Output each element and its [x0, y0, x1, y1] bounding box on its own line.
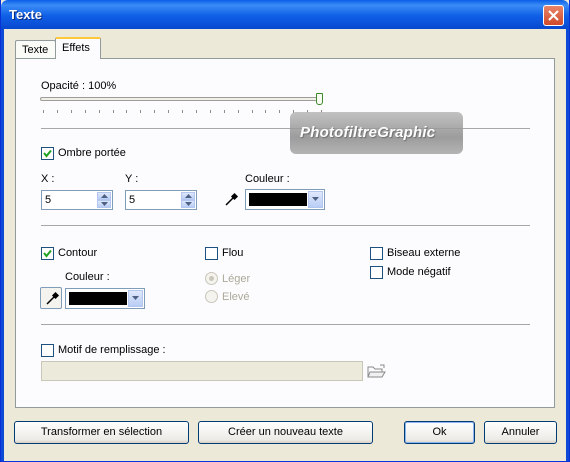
shadow-color-picker[interactable] — [223, 192, 239, 208]
slider-tick — [98, 110, 100, 113]
eyedropper-icon — [46, 291, 60, 305]
shadow-color-swatch — [249, 193, 307, 206]
window-frame-right — [566, 29, 569, 461]
blur-checkbox[interactable] — [205, 247, 218, 260]
outline-color-dropdown-button[interactable] — [128, 290, 143, 307]
texte-dialog: Texte Texte Effets Opacité : 100% Photof… — [0, 0, 570, 462]
tab-effets[interactable]: Effets — [55, 37, 101, 59]
shadow-x-label: X : — [41, 173, 55, 185]
slider-tick — [140, 110, 142, 113]
slider-tick — [209, 110, 211, 113]
slider-tick — [265, 110, 267, 113]
effects-panel: Opacité : 100% PhotofiltreGraphic Ombre … — [15, 58, 555, 408]
slider-tick — [251, 110, 253, 113]
shadow-color-dropdown[interactable] — [245, 189, 325, 210]
open-folder-icon — [367, 364, 386, 378]
fill-pattern-label: Motif de remplissage : — [58, 344, 166, 356]
shadow-color-dropdown-button[interactable] — [308, 191, 323, 208]
shadow-x-up-button[interactable] — [97, 192, 111, 200]
window-title: Texte — [9, 7, 42, 22]
blur-label: Flou — [222, 247, 244, 259]
slider-tick — [223, 110, 225, 113]
negative-mode-checkbox[interactable] — [370, 266, 383, 279]
chevron-down-icon — [312, 197, 319, 201]
outline-color-picker[interactable] — [40, 287, 62, 309]
shadow-y-value: 5 — [129, 194, 136, 206]
shadow-color-label: Couleur : — [245, 173, 290, 185]
shadow-y-label: Y : — [125, 173, 139, 185]
blur-light-radio[interactable] — [205, 272, 218, 285]
blur-high-label: Elevé — [222, 291, 250, 303]
arrow-down-icon — [185, 202, 192, 206]
opacity-label: Opacité : 100% — [41, 80, 117, 92]
outer-bevel-checkbox[interactable] — [370, 247, 383, 260]
outer-bevel-label: Biseau externe — [387, 247, 461, 259]
fill-pattern-path-field[interactable] — [41, 361, 363, 381]
opacity-slider-thumb[interactable] — [316, 93, 323, 105]
outline-color-label: Couleur : — [65, 271, 110, 283]
drop-shadow-checkbox[interactable] — [41, 147, 54, 160]
tab-effets-label: Effets — [62, 42, 90, 54]
shadow-x-value: 5 — [45, 194, 52, 206]
watermark: PhotofiltreGraphic — [290, 112, 463, 154]
slider-tick — [56, 110, 58, 113]
divider — [41, 324, 530, 325]
tab-texte[interactable]: Texte — [15, 40, 56, 58]
opacity-slider-track[interactable] — [40, 97, 322, 101]
shadow-x-down-button[interactable] — [97, 200, 111, 208]
outline-color-dropdown[interactable] — [65, 288, 145, 309]
arrow-up-icon — [185, 194, 192, 198]
transform-to-selection-button[interactable]: Transformer en sélection — [14, 421, 189, 444]
outline-color-swatch — [69, 292, 127, 305]
slider-tick — [168, 110, 170, 113]
negative-mode-label: Mode négatif — [387, 266, 451, 278]
slider-tick — [112, 110, 114, 113]
arrow-up-icon — [101, 194, 108, 198]
shadow-y-spinner[interactable]: 5 — [125, 190, 197, 210]
divider — [41, 225, 530, 226]
outline-checkbox[interactable] — [41, 247, 54, 260]
checkmark-icon — [43, 149, 52, 158]
close-icon — [548, 10, 559, 21]
blur-high-radio[interactable] — [205, 290, 218, 303]
chevron-down-icon — [132, 296, 139, 300]
eyedropper-icon — [225, 192, 239, 206]
slider-tick — [70, 110, 72, 113]
shadow-y-up-button[interactable] — [181, 192, 195, 200]
drop-shadow-label: Ombre portée — [58, 147, 126, 159]
blur-light-label: Léger — [222, 273, 251, 285]
shadow-y-down-button[interactable] — [181, 200, 195, 208]
slider-tick — [195, 110, 197, 113]
slider-tick — [182, 110, 183, 113]
watermark-text: PhotofiltreGraphic — [300, 124, 436, 141]
ok-button[interactable]: Ok — [404, 421, 475, 444]
fill-pattern-checkbox[interactable] — [41, 344, 54, 357]
create-new-text-button[interactable]: Créer un nouveau texte — [198, 421, 373, 444]
window-frame-left — [1, 29, 4, 461]
shadow-x-spinner[interactable]: 5 — [41, 190, 113, 210]
slider-tick — [84, 110, 86, 113]
tab-texte-label: Texte — [22, 44, 49, 56]
arrow-down-icon — [101, 202, 108, 206]
cancel-button[interactable]: Annuler — [484, 421, 557, 444]
slider-tick — [43, 110, 44, 113]
checkmark-icon — [43, 249, 52, 258]
slider-tick — [279, 110, 281, 113]
title-bar[interactable]: Texte — [1, 0, 569, 29]
browse-folder-button[interactable] — [367, 363, 387, 381]
slider-tick — [154, 110, 156, 113]
slider-tick — [237, 110, 239, 113]
close-button[interactable] — [543, 5, 564, 26]
slider-tick — [126, 110, 128, 113]
outline-label: Contour — [58, 247, 98, 259]
